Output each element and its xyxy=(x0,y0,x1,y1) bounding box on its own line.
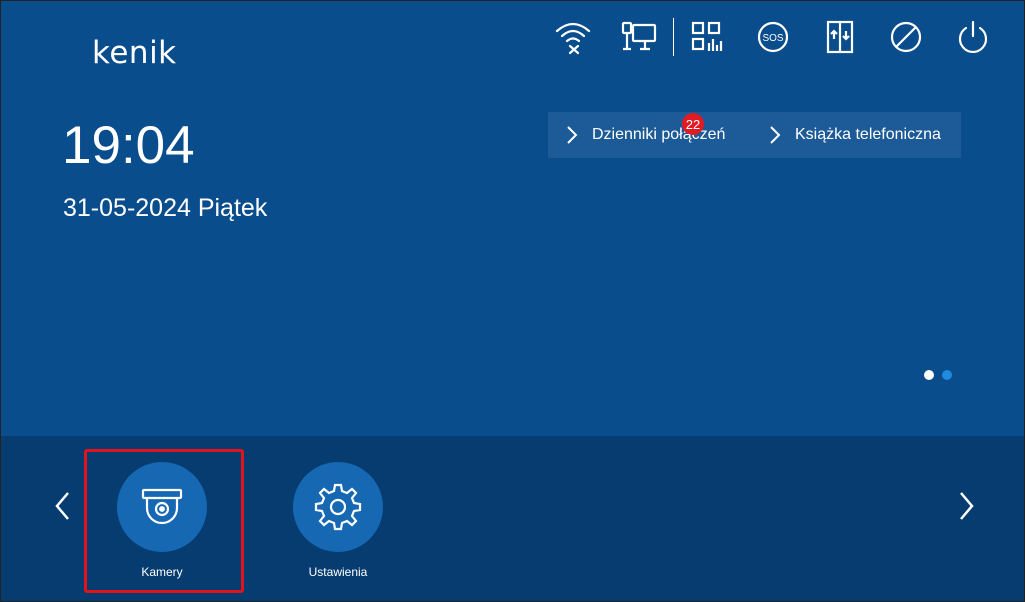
dock-next-button[interactable] xyxy=(956,491,976,521)
kenik-logo: kenik xyxy=(92,35,177,71)
selection-highlight xyxy=(84,449,244,593)
dock-prev-button[interactable] xyxy=(53,491,73,521)
chevron-left-icon xyxy=(55,492,69,520)
call-logs-badge: 22 xyxy=(682,113,704,135)
page-dot-active[interactable] xyxy=(924,370,934,380)
settings-icon xyxy=(314,483,362,531)
sos-icon[interactable]: SOS xyxy=(751,15,795,59)
page-dot[interactable] xyxy=(942,370,952,380)
network-monitor-icon[interactable] xyxy=(617,15,661,59)
sos-label: SOS xyxy=(762,33,783,44)
do-not-disturb-icon[interactable] xyxy=(884,15,928,59)
chevron-right-icon xyxy=(567,126,578,144)
intercom-screen: kenik 19:04 31-05-2024 Piątek SOS Dzienn… xyxy=(0,0,1025,602)
status-bar: SOS xyxy=(549,15,999,56)
status-divider xyxy=(673,18,674,56)
app-ustawienia-label: Ustawienia xyxy=(308,565,368,579)
phonebook-label: Książka telefoniczna xyxy=(795,126,941,143)
chevron-right-icon xyxy=(960,492,974,520)
call-logs-label: Dzienniki połączeń xyxy=(592,126,726,143)
phonebook-link[interactable]: Książka telefoniczna xyxy=(769,112,941,158)
elevator-icon[interactable] xyxy=(818,15,862,59)
power-icon[interactable] xyxy=(951,15,995,59)
app-ustawienia[interactable]: Ustawienia xyxy=(293,462,383,579)
qr-code-icon[interactable] xyxy=(685,15,729,59)
clock-date: 31-05-2024 Piątek xyxy=(63,194,268,222)
chevron-right-icon xyxy=(770,126,781,144)
quick-links-bar: Dzienniki połączeń Książka telefoniczna xyxy=(548,112,961,158)
clock-time: 19:04 xyxy=(62,116,195,175)
wifi-off-icon[interactable] xyxy=(551,15,595,59)
app-ustawienia-button[interactable] xyxy=(293,462,383,552)
home-panel: kenik 19:04 31-05-2024 Piątek SOS Dzienn… xyxy=(1,1,1024,436)
